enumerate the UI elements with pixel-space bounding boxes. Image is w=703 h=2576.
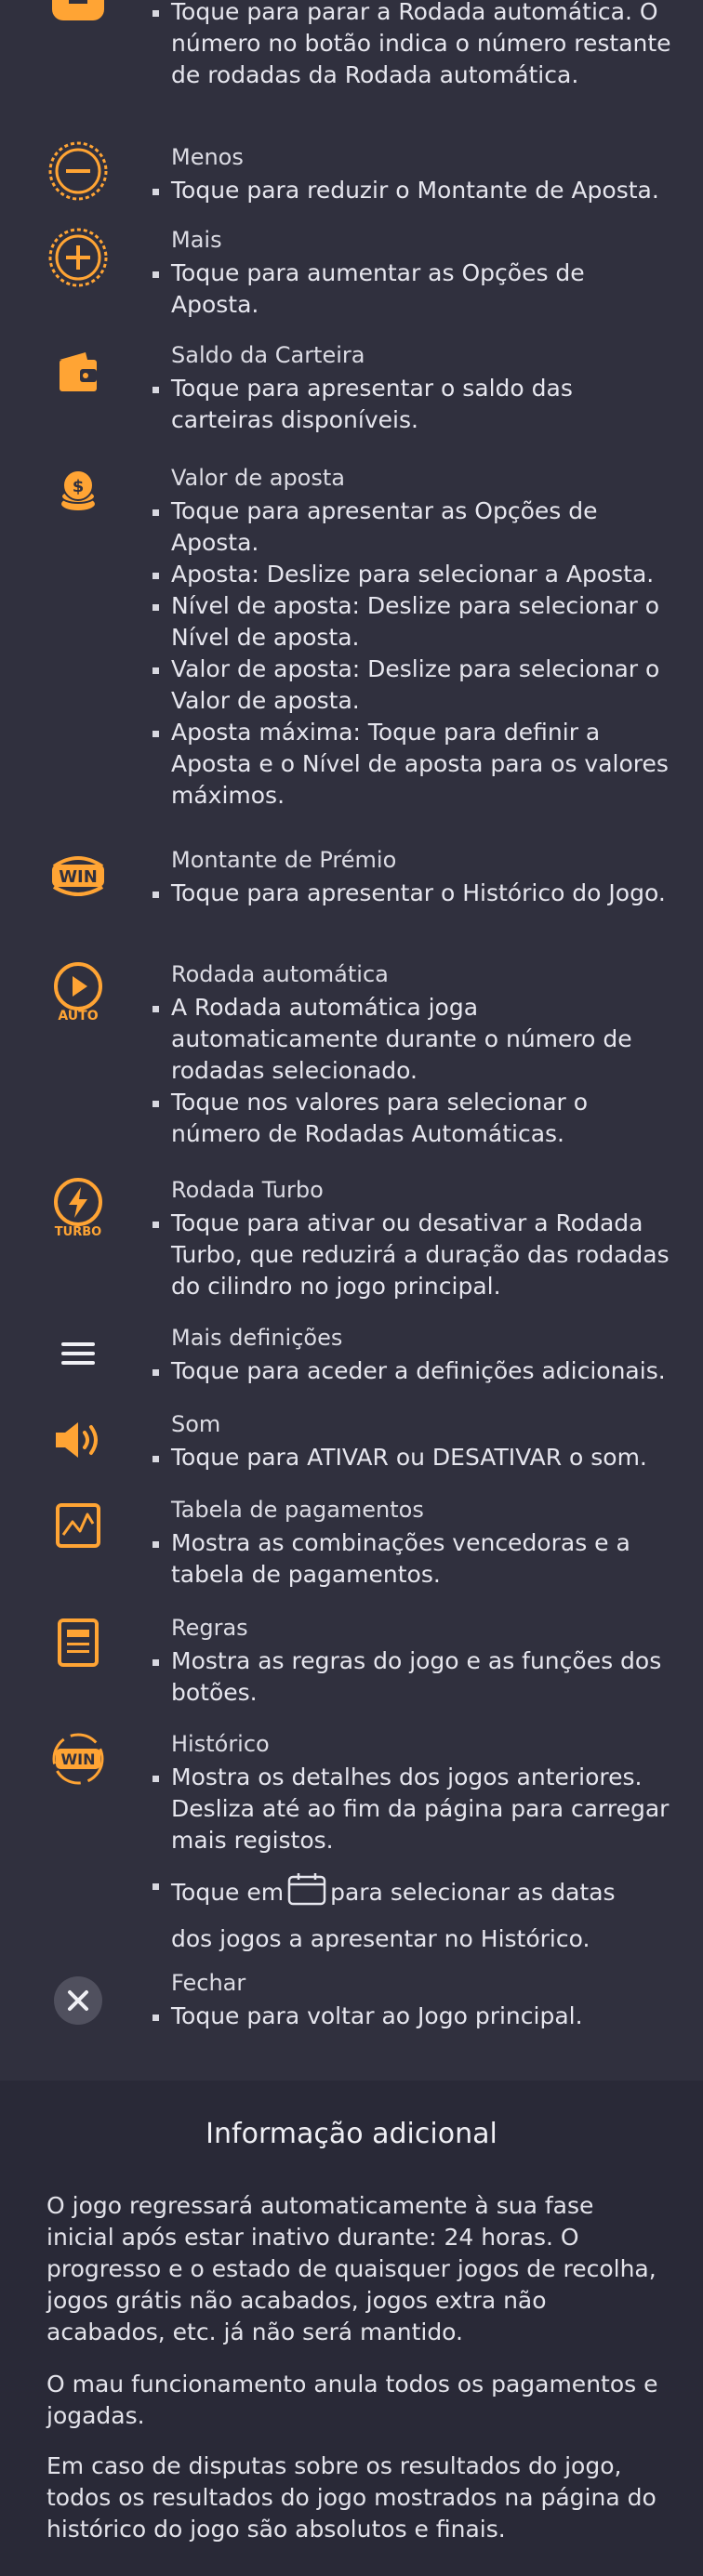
item-title: Montante de Prémio bbox=[171, 847, 397, 873]
calendar-bullet-line2: dos jogos a apresentar no Histórico. bbox=[171, 1925, 590, 1952]
wallet-icon bbox=[46, 341, 110, 404]
bullet: Nível de aposta: Deslize para selecionar… bbox=[153, 590, 673, 654]
bullet: Toque para voltar ao Jogo principal. bbox=[153, 2001, 673, 2032]
calendar-bullet: Toque em para selecionar as datas bbox=[153, 1869, 673, 1922]
bullet: Toque para apresentar o Histórico do Jog… bbox=[153, 878, 673, 909]
rules-icon bbox=[46, 1611, 110, 1674]
bullet: Toque para apresentar as Opções de Apost… bbox=[153, 495, 673, 559]
bullet: Aposta: Deslize para selecionar a Aposta… bbox=[153, 559, 673, 590]
info-paragraph: Em caso de disputas sobre os resultados … bbox=[46, 2452, 657, 2543]
bullet: Toque para ativar ou desativar a Rodada … bbox=[153, 1208, 673, 1302]
svg-text:$: $ bbox=[73, 477, 85, 496]
info-paragraph: O mau funcionamento anula todos os pagam… bbox=[46, 2371, 658, 2429]
item-title: Regras bbox=[171, 1615, 248, 1641]
minus-icon bbox=[46, 139, 110, 203]
bullet: A Rodada automática joga automaticamente… bbox=[153, 992, 673, 1087]
coins-icon: $ bbox=[46, 459, 110, 522]
bullet: Valor de aposta: Deslize para selecionar… bbox=[153, 654, 673, 717]
stop-autospin-icon bbox=[46, 0, 110, 26]
bullet: Toque para aceder a definições adicionai… bbox=[153, 1355, 673, 1387]
speaker-icon bbox=[46, 1408, 110, 1472]
item-title: Valor de aposta bbox=[171, 465, 345, 491]
button-descriptions-section: Toque para parar a Rodada automática. O … bbox=[0, 0, 703, 2081]
bullet: Aposta máxima: Toque para definir a Apos… bbox=[153, 717, 673, 812]
turbo-icon: TURBO bbox=[46, 1176, 110, 1239]
bullet: Toque para aumentar as Opções de Aposta. bbox=[153, 258, 673, 321]
item-title: Histórico bbox=[171, 1731, 270, 1757]
close-icon bbox=[46, 1969, 110, 2032]
bullet: Toque para parar a Rodada automática. O … bbox=[153, 0, 673, 91]
item-title: Mais definições bbox=[171, 1325, 343, 1351]
auto-label: AUTO bbox=[58, 1009, 98, 1024]
win-icon: WIN bbox=[46, 842, 110, 905]
plus-icon bbox=[46, 226, 110, 289]
item-title: Saldo da Carteira bbox=[171, 342, 365, 368]
calendar-icon bbox=[287, 1872, 326, 1922]
win-label: WIN bbox=[61, 1750, 96, 1768]
bullet: Toque para apresentar o saldo das cartei… bbox=[153, 373, 673, 436]
additional-info-title: Informação adicional bbox=[206, 2118, 497, 2150]
item-title: Fechar bbox=[171, 1970, 246, 1996]
bullet: Mostra as combinações vencedoras e a tab… bbox=[153, 1527, 673, 1591]
bullet: Mostra os detalhes dos jogos anteriores.… bbox=[153, 1762, 673, 1856]
item-title: Rodada automática bbox=[171, 961, 389, 987]
turbo-label: TURBO bbox=[55, 1225, 101, 1239]
item-title: Tabela de pagamentos bbox=[171, 1497, 424, 1523]
item-title: Som bbox=[171, 1411, 221, 1437]
history-icon: WIN bbox=[46, 1727, 110, 1790]
additional-info-section: Informação adicional O jogo regressará a… bbox=[0, 2081, 703, 2576]
bullet: Toque nos valores para selecionar o núme… bbox=[153, 1087, 673, 1150]
win-label: WIN bbox=[59, 867, 98, 887]
bullet: Toque para reduzir o Montante de Aposta. bbox=[153, 175, 673, 206]
auto-spin-icon: AUTO bbox=[46, 960, 110, 1024]
paytable-icon bbox=[46, 1494, 110, 1557]
info-paragraph: O jogo regressará automaticamente à sua … bbox=[46, 2192, 657, 2345]
item-title: Mais bbox=[171, 227, 222, 253]
bullet: Mostra as regras do jogo e as funções do… bbox=[153, 1645, 673, 1709]
menu-icon bbox=[46, 1322, 110, 1385]
item-title: Menos bbox=[171, 144, 244, 170]
item-title: Rodada Turbo bbox=[171, 1177, 324, 1203]
bullet: Toque para ATIVAR ou DESATIVAR o som. bbox=[153, 1442, 673, 1473]
